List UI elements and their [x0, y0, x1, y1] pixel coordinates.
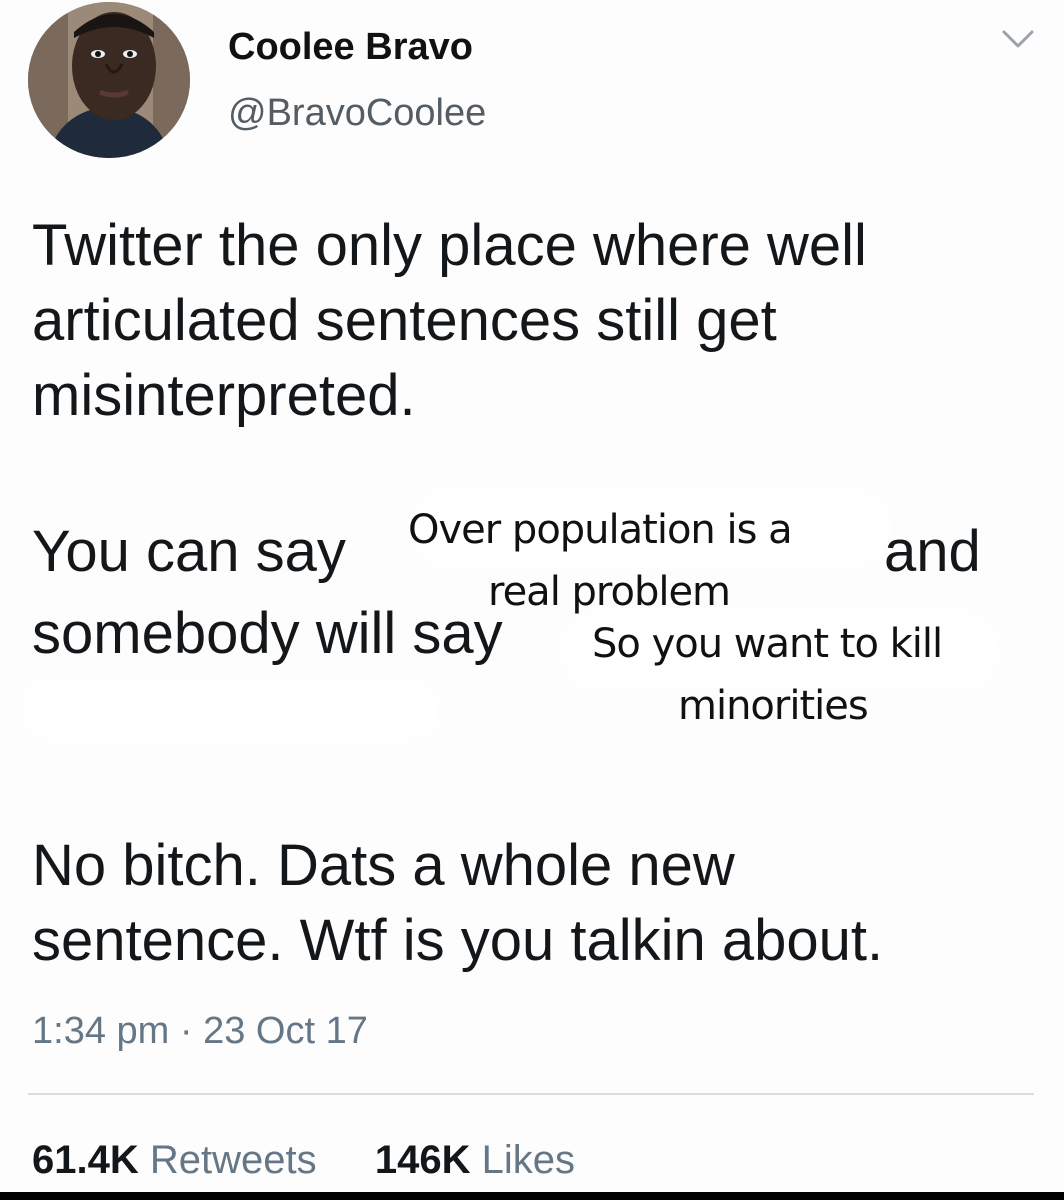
retweets-count: 61.4K — [32, 1138, 139, 1182]
tweet-timestamp[interactable]: 1:34 pm · 23 Oct 17 — [32, 1010, 368, 1053]
overlay-text-line: real problem — [488, 569, 731, 615]
tweet-line: articulated sentences still get — [32, 288, 777, 353]
tweet-line: sentence. Wtf is you talkin about. — [32, 908, 884, 973]
tweet-line: No bitch. Dats a whole new — [32, 833, 735, 898]
avatar[interactable] — [28, 2, 190, 158]
divider — [28, 1093, 1034, 1095]
tweet-card: Coolee Bravo @BravoCoolee Twitter the on… — [0, 0, 1064, 1192]
likes-label: Likes — [481, 1138, 576, 1182]
overlay-text-line: So you want to kill — [592, 621, 943, 667]
chevron-down-icon[interactable] — [1000, 24, 1036, 54]
overlay-text-line: minorities — [678, 683, 869, 729]
author-display-name[interactable]: Coolee Bravo — [228, 26, 473, 69]
tweet-paragraph-3: No bitch. Dats a whole new sentence. Wtf… — [32, 828, 883, 978]
retweets-stat[interactable]: 61.4K Retweets — [32, 1138, 328, 1182]
tweet-fragment-and: and — [884, 519, 981, 584]
likes-stat[interactable]: 146K Likes — [375, 1138, 575, 1182]
author-handle[interactable]: @BravoCoolee — [228, 92, 486, 135]
retweets-label: Retweets — [149, 1138, 317, 1182]
tweet-paragraph-1: Twitter the only place where well articu… — [32, 208, 867, 433]
tweet-line: misinterpreted. — [32, 363, 416, 428]
bottom-bar — [0, 1192, 1064, 1200]
likes-count: 146K — [374, 1138, 471, 1182]
overlay-text-line: Over population is a — [408, 507, 793, 553]
avatar-portrait — [28, 2, 190, 158]
tweet-fragment-you-can-say: You can say — [32, 519, 346, 584]
tweet-stats: 61.4K Retweets 146K Likes — [32, 1138, 575, 1183]
edit-whiteout — [20, 680, 440, 740]
tweet-line: Twitter the only place where well — [32, 213, 867, 278]
tweet-fragment-somebody-will-say: somebody will say — [32, 601, 503, 666]
